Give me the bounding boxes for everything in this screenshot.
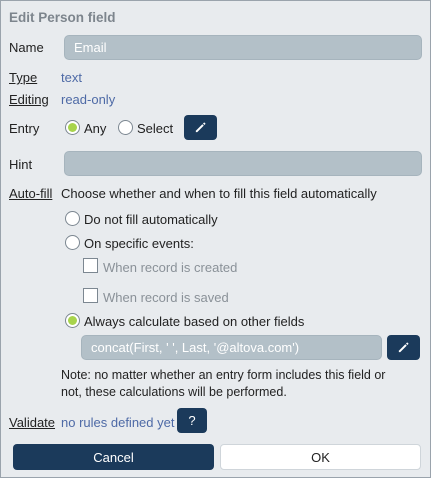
entry-select-label[interactable]: Select [137,121,173,136]
autofill-note: Note: no matter whether an entry form in… [61,367,426,401]
entry-select-radio[interactable] [118,120,133,135]
autofill-always-radio[interactable] [65,313,80,328]
help-icon: ? [188,413,196,428]
entry-any-radio[interactable] [65,120,80,135]
event-saved-checkbox[interactable] [83,288,98,303]
validate-help-button[interactable]: ? [177,408,207,433]
event-created-checkbox[interactable] [83,258,98,273]
type-label[interactable]: Type [9,70,37,85]
name-field[interactable]: Email [64,35,422,60]
name-label: Name [9,40,44,55]
entry-label: Entry [9,121,40,136]
cancel-button[interactable]: Cancel [13,444,214,470]
name-value: Email [74,40,107,55]
edit-field-dialog: Edit Person field Name Email Type text E… [0,0,431,478]
type-value: text [61,70,82,85]
hint-field[interactable] [64,151,422,176]
autofill-events-label[interactable]: On specific events: [84,236,194,251]
ok-button[interactable]: OK [220,444,421,470]
pencil-icon [398,342,409,353]
edit-formula-button[interactable] [387,335,420,360]
pencil-icon [195,122,206,133]
event-saved-label[interactable]: When record is saved [103,290,229,305]
autofill-note-line2: not, these calculations will be performe… [61,385,287,399]
formula-field[interactable]: concat(First, ' ', Last, '@altova.com') [81,335,382,360]
autofill-always-label[interactable]: Always calculate based on other fields [84,314,304,329]
edit-select-options-button[interactable] [184,115,217,140]
autofill-note-line1: Note: no matter whether an entry form in… [61,368,386,382]
autofill-description: Choose whether and when to fill this fie… [61,186,377,201]
event-created-label[interactable]: When record is created [103,260,237,275]
autofill-none-label[interactable]: Do not fill automatically [84,212,218,227]
validate-label[interactable]: Validate [9,415,55,430]
validate-value: no rules defined yet [61,415,175,430]
autofill-none-radio[interactable] [65,211,80,226]
editing-label[interactable]: Editing [9,92,49,107]
formula-value: concat(First, ' ', Last, '@altova.com') [91,340,300,355]
hint-label: Hint [9,157,33,172]
autofill-label[interactable]: Auto-fill [9,186,52,201]
editing-value: read-only [61,92,116,107]
autofill-events-radio[interactable] [65,235,80,250]
entry-any-label[interactable]: Any [84,121,106,136]
dialog-title: Edit Person field [9,10,116,25]
